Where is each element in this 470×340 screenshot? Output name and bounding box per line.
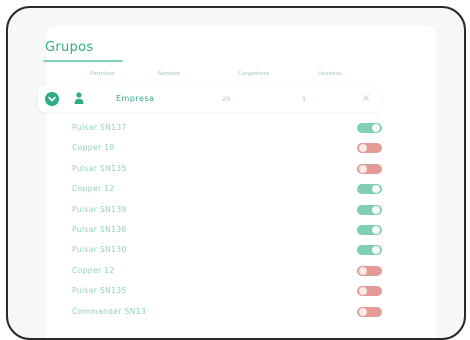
toggle-knob	[372, 205, 380, 214]
column-header-nombre: Nombre	[158, 71, 180, 77]
charger-name: Pulsar SN136	[72, 224, 127, 234]
charger-name: Pulsar SN139	[72, 204, 127, 214]
list-item: Copper 18	[38, 138, 382, 158]
charger-name: Pulsar SN135	[72, 286, 127, 296]
charger-toggle[interactable]	[357, 265, 382, 276]
column-header-usuarios: Usuarios	[318, 71, 342, 77]
title-underline	[43, 60, 123, 62]
list-item: Pulsar SN135	[38, 281, 382, 301]
column-header-permisos: Permisos	[90, 71, 115, 77]
group-chargers-count: 20	[222, 95, 231, 103]
charger-toggle[interactable]	[357, 204, 382, 215]
toggle-knob	[359, 266, 367, 275]
column-header-cargadores: Cargadores	[238, 71, 270, 77]
charger-toggle[interactable]	[357, 286, 382, 297]
group-users-count: 1	[302, 95, 307, 103]
user-icon	[74, 92, 84, 104]
list-item: Pulsar SN137	[38, 118, 382, 138]
toggle-knob	[359, 164, 367, 173]
toggle-knob	[359, 144, 367, 153]
charger-name: Commander SN13	[72, 306, 147, 316]
group-name: Empresa	[116, 94, 155, 103]
list-item: Pulsar SN139	[38, 200, 382, 220]
toggle-knob	[372, 124, 380, 132]
chevron-down-icon[interactable]	[45, 92, 59, 106]
list-item: Copper 12	[38, 261, 382, 281]
list-item: Copper 12	[38, 179, 382, 199]
charger-name: Copper 12	[72, 265, 115, 275]
list-item: Commander SN13	[38, 302, 382, 322]
toggle-knob	[372, 246, 380, 255]
charger-name: Pulsar SN130	[72, 245, 127, 255]
section-title: Grupos	[45, 40, 94, 55]
toggle-knob	[372, 185, 380, 194]
list-item: Pulsar SN135	[38, 159, 382, 179]
list-item: Pulsar SN136	[38, 220, 382, 240]
charger-name: Pulsar SN137	[72, 123, 127, 132]
charger-toggle[interactable]	[357, 143, 382, 154]
charger-toggle[interactable]	[357, 123, 382, 133]
charger-toggle[interactable]	[357, 245, 382, 256]
charger-toggle[interactable]	[357, 224, 382, 235]
toggle-knob	[359, 307, 367, 316]
charger-toggle[interactable]	[357, 306, 382, 317]
charger-toggle[interactable]	[357, 184, 382, 195]
toggle-knob	[372, 225, 380, 234]
charger-name: Copper 18	[72, 143, 115, 153]
close-icon[interactable]	[360, 92, 372, 104]
charger-toggle[interactable]	[357, 163, 382, 174]
charger-list: Pulsar SN137 Copper 18 Pulsar SN135 Copp…	[38, 118, 382, 322]
charger-name: Copper 12	[72, 184, 115, 194]
charger-name: Pulsar SN135	[72, 163, 127, 173]
toggle-knob	[359, 287, 367, 296]
list-item: Pulsar SN130	[38, 240, 382, 260]
group-row[interactable]: Empresa 20 1	[38, 86, 382, 112]
device-frame: Grupos Permisos Nombre Cargadores Usuari…	[6, 6, 466, 340]
